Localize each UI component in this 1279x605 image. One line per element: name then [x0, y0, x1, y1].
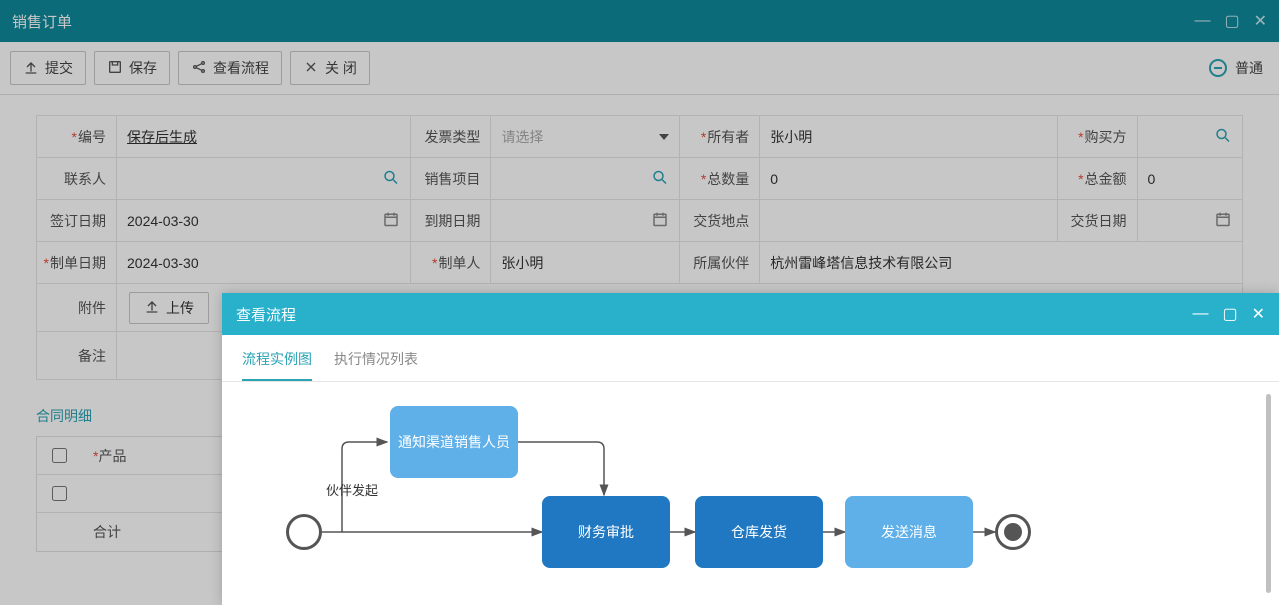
tab-diagram[interactable]: 流程实例图 — [242, 349, 312, 381]
close-icon[interactable]: ✕ — [1252, 304, 1265, 324]
minimize-icon[interactable]: — — [1192, 305, 1208, 323]
flow-node-finance[interactable]: 财务审批 — [542, 496, 670, 568]
flow-start-label: 伙伴发起 — [326, 480, 378, 499]
flow-node-message[interactable]: 发送消息 — [845, 496, 973, 568]
flow-end-node[interactable] — [995, 514, 1031, 550]
maximize-icon[interactable]: ▢ — [1222, 304, 1237, 324]
modal-titlebar: 查看流程 — ▢ ✕ — [222, 293, 1279, 335]
flow-node-notify[interactable]: 通知渠道销售人员 — [390, 406, 518, 478]
flow-node-warehouse[interactable]: 仓库发货 — [695, 496, 823, 568]
modal-tabs: 流程实例图 执行情况列表 — [222, 335, 1279, 382]
flow-modal: 查看流程 — ▢ ✕ 流程实例图 执行情况列表 伙伴发起 通知渠道销售人员 财务… — [222, 293, 1279, 605]
modal-title: 查看流程 — [236, 304, 1192, 325]
tab-list[interactable]: 执行情况列表 — [334, 349, 418, 381]
flow-start-node[interactable] — [286, 514, 322, 550]
flow-connectors — [222, 382, 1279, 605]
scrollbar[interactable] — [1266, 394, 1271, 593]
flow-canvas[interactable]: 伙伴发起 通知渠道销售人员 财务审批 仓库发货 发送消息 — [222, 382, 1279, 605]
